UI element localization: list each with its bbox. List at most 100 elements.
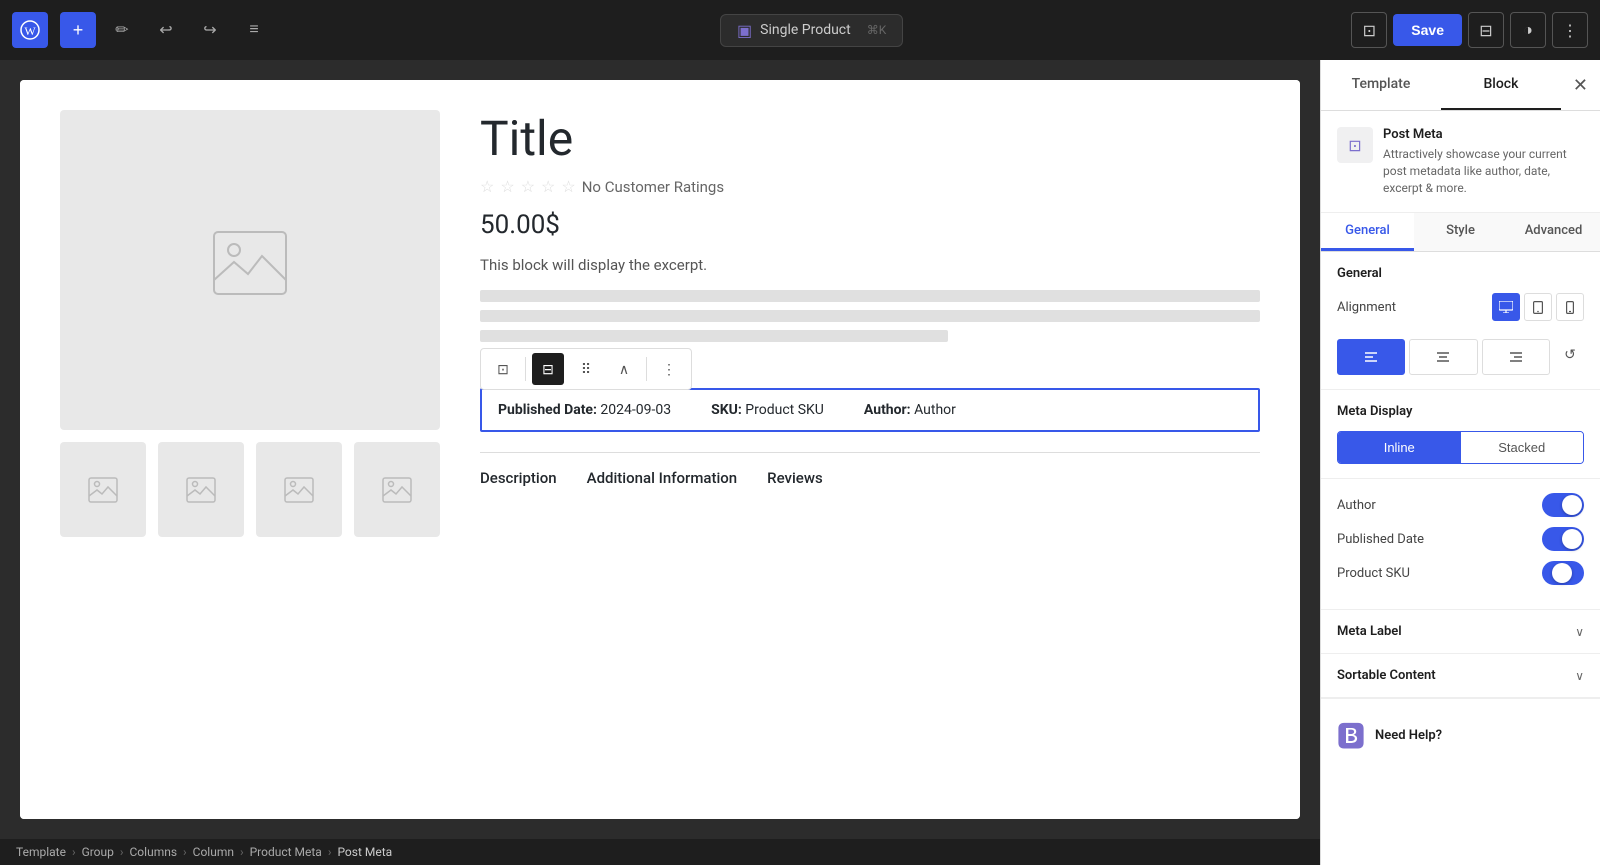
block-info: ⊡ Post Meta Attractively showcase your c…	[1321, 111, 1600, 213]
block-info-text: Post Meta Attractively showcase your cur…	[1383, 127, 1584, 196]
device-tablet-btn[interactable]	[1524, 293, 1552, 321]
thumb-3[interactable]	[256, 442, 342, 537]
redo-button[interactable]: ↪	[192, 12, 228, 48]
display-inline-btn[interactable]: Inline	[1338, 432, 1461, 463]
meta-toolbar: ⊡ ⊟ ⠿ ∧ ⋮	[480, 348, 692, 390]
breadcrumb-column[interactable]: Column	[193, 845, 234, 859]
canvas-inner: Title ☆ ☆ ☆ ☆ ☆ No Customer Ratings 50.0…	[20, 80, 1300, 819]
device-desktop-btn[interactable]	[1492, 293, 1520, 321]
star-4: ☆	[541, 177, 555, 196]
toolbar-sep-1	[525, 357, 526, 381]
breadcrumb-columns[interactable]: Columns	[130, 845, 178, 859]
list-view-button[interactable]: ≡	[236, 12, 272, 48]
edit-button[interactable]: ✏	[104, 12, 140, 48]
tab-description[interactable]: Description	[480, 469, 557, 487]
toggle-author[interactable]	[1542, 493, 1584, 517]
sub-tab-advanced[interactable]: Advanced	[1507, 213, 1600, 251]
template-pill[interactable]: ▣ Single Product ⌘K	[720, 14, 903, 47]
contrast-btn[interactable]: ◑	[1510, 12, 1546, 48]
toggle-author-row: Author	[1337, 493, 1584, 517]
product-main-image	[60, 110, 440, 430]
sortable-arrow: ∨	[1575, 669, 1584, 683]
product-info-col: Title ☆ ☆ ☆ ☆ ☆ No Customer Ratings 50.0…	[480, 110, 1260, 487]
sub-tab-style[interactable]: Style	[1414, 213, 1507, 251]
block-desc: Attractively showcase your current post …	[1383, 146, 1584, 196]
toggle-sku-row: Product SKU	[1337, 561, 1584, 585]
thumb-2[interactable]	[158, 442, 244, 537]
toggle-sku-label: Product SKU	[1337, 566, 1410, 581]
thumb-1[interactable]	[60, 442, 146, 537]
sortable-section: Sortable Content ∨	[1321, 654, 1600, 698]
breadcrumb-template[interactable]: Template	[16, 845, 66, 859]
sortable-header[interactable]: Sortable Content ∨	[1321, 654, 1600, 697]
toggle-published-row: Published Date	[1337, 527, 1584, 551]
product-area: Title ☆ ☆ ☆ ☆ ☆ No Customer Ratings 50.0…	[20, 80, 1300, 819]
meta-sku: SKU: Product SKU	[711, 402, 824, 418]
author-value: Author	[914, 402, 956, 418]
meta-move-btn[interactable]: ⠿	[570, 353, 602, 385]
toggle-sku-knob	[1552, 563, 1572, 583]
svg-text:W: W	[24, 24, 36, 38]
view-icon-btn[interactable]: ⊡	[1351, 12, 1387, 48]
general-section: General Alignment	[1321, 252, 1600, 390]
product-stars: ☆ ☆ ☆ ☆ ☆ No Customer Ratings	[480, 177, 1260, 196]
line-3	[480, 330, 948, 342]
meta-author: Author: Author	[864, 402, 956, 418]
toggle-product-sku[interactable]	[1542, 561, 1584, 585]
save-button[interactable]: Save	[1393, 14, 1462, 46]
align-left-btn[interactable]	[1337, 339, 1405, 375]
meta-icon-btn[interactable]: ⊡	[487, 353, 519, 385]
breadcrumb-post-meta[interactable]: Post Meta	[337, 845, 392, 859]
help-icon: 🅱	[1337, 715, 1365, 755]
toolbar-sep-2	[646, 357, 647, 381]
topbar-right: ⊡ Save ⊟ ◑ ⋮	[1351, 12, 1588, 48]
right-panel: Template Block ✕ ⊡ Post Meta Attractivel…	[1320, 60, 1600, 865]
tab-template[interactable]: Template	[1321, 60, 1441, 110]
meta-display-section: Meta Display Inline Stacked	[1321, 390, 1600, 479]
toggles-section: Author Published Date Product SKU	[1321, 479, 1600, 610]
align-reset-btn[interactable]: ↺	[1556, 340, 1584, 368]
template-label: Single Product	[760, 22, 851, 38]
star-2: ☆	[500, 177, 514, 196]
display-stacked-btn[interactable]: Stacked	[1461, 432, 1584, 463]
meta-published-date: Published Date: 2024-09-03	[498, 402, 671, 418]
device-mobile-btn[interactable]	[1556, 293, 1584, 321]
star-5: ☆	[561, 177, 575, 196]
meta-up-btn[interactable]: ∧	[608, 353, 640, 385]
toggle-published-label: Published Date	[1337, 532, 1424, 547]
sidebar-toggle-btn[interactable]: ⊟	[1468, 12, 1504, 48]
panel-body: ⊡ Post Meta Attractively showcase your c…	[1321, 111, 1600, 865]
meta-image-btn[interactable]: ⊟	[532, 353, 564, 385]
more-options-btn[interactable]: ⋮	[1552, 12, 1588, 48]
panel-close-btn[interactable]: ✕	[1561, 67, 1600, 104]
meta-display-row: Inline Stacked	[1337, 431, 1584, 464]
sub-tabs: General Style Advanced	[1321, 213, 1600, 252]
topbar-center: ▣ Single Product ⌘K	[280, 14, 1343, 47]
published-date-value: 2024-09-03	[600, 402, 671, 418]
undo-button[interactable]: ↩	[148, 12, 184, 48]
meta-display-title: Meta Display	[1337, 404, 1584, 419]
add-button[interactable]: +	[60, 12, 96, 48]
meta-label-arrow: ∨	[1575, 625, 1584, 639]
image-placeholder-icon	[210, 228, 290, 313]
align-right-btn[interactable]	[1482, 339, 1550, 375]
sub-tab-general[interactable]: General	[1321, 213, 1414, 251]
star-1: ☆	[480, 177, 494, 196]
breadcrumb: Template › Group › Columns › Column › Pr…	[0, 839, 1320, 865]
tab-reviews[interactable]: Reviews	[767, 469, 823, 487]
toggle-published-date[interactable]	[1542, 527, 1584, 551]
breadcrumb-product-meta[interactable]: Product Meta	[250, 845, 322, 859]
meta-label-header[interactable]: Meta Label ∨	[1321, 610, 1600, 653]
meta-label-section: Meta Label ∨	[1321, 610, 1600, 654]
tab-block[interactable]: Block	[1441, 60, 1561, 110]
align-center-btn[interactable]	[1409, 339, 1477, 375]
toggle-author-knob	[1562, 495, 1582, 515]
breadcrumb-group[interactable]: Group	[82, 845, 114, 859]
align-controls: ↺	[1337, 333, 1584, 375]
thumb-4[interactable]	[354, 442, 440, 537]
need-help[interactable]: 🅱 Need Help?	[1321, 698, 1600, 771]
alignment-label: Alignment	[1337, 300, 1396, 315]
tab-additional-info[interactable]: Additional Information	[587, 469, 738, 487]
meta-more-btn[interactable]: ⋮	[653, 353, 685, 385]
meta-label-title: Meta Label	[1337, 624, 1402, 639]
